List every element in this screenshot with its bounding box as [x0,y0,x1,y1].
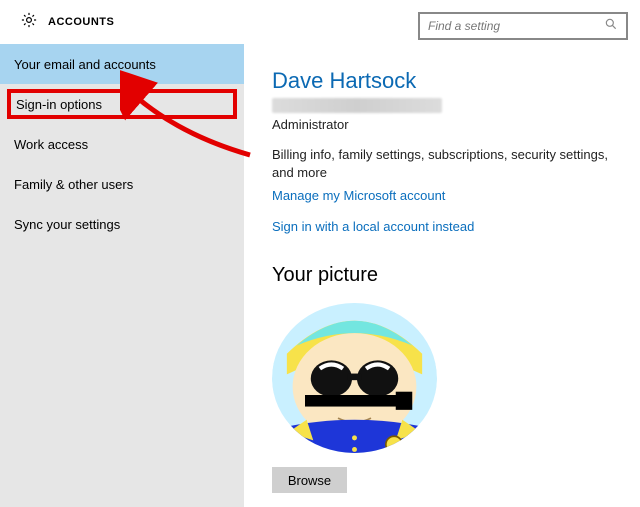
gear-icon [20,11,38,34]
search-box[interactable] [418,12,628,40]
sidebar-item-family-users[interactable]: Family & other users [0,164,244,204]
sidebar-item-email-accounts[interactable]: Your email and accounts [0,44,244,84]
sidebar: Your email and accounts Sign-in options … [0,44,244,507]
sidebar-item-label: Family & other users [14,177,133,192]
search-icon [604,17,618,36]
avatar [272,303,437,454]
sidebar-item-work-access[interactable]: Work access [0,124,244,164]
search-input[interactable] [428,19,604,33]
sidebar-item-label: Your email and accounts [14,57,156,72]
user-role: Administrator [272,117,612,132]
sidebar-item-sync-settings[interactable]: Sync your settings [0,204,244,244]
local-account-link[interactable]: Sign in with a local account instead [272,219,612,234]
user-name: Dave Hartsock [272,68,612,94]
sidebar-item-signin-options[interactable]: Sign-in options [7,89,237,119]
sidebar-item-label: Work access [14,137,88,152]
your-picture-heading: Your picture [272,264,612,287]
sidebar-item-label: Sign-in options [16,97,102,112]
user-email-redacted [272,98,442,113]
account-description: Billing info, family settings, subscript… [272,146,612,182]
header-left: ACCOUNTS [20,11,114,34]
page-title: ACCOUNTS [48,16,114,28]
header: ACCOUNTS [0,0,640,44]
sidebar-item-label: Sync your settings [14,217,120,232]
browse-button[interactable]: Browse [272,467,347,493]
content-pane: Dave Hartsock Administrator Billing info… [244,44,640,507]
manage-account-link[interactable]: Manage my Microsoft account [272,188,612,203]
